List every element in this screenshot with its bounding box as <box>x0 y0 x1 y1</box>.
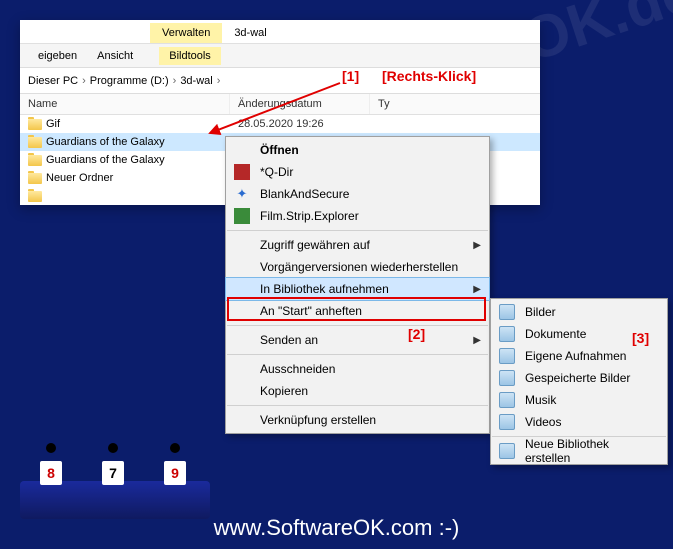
submenu-musik[interactable]: Musik <box>491 389 667 411</box>
ribbon-subtabs: eigeben Ansicht Bildtools <box>20 44 540 68</box>
cartoon-table: 8 7 9 <box>20 481 210 519</box>
breadcrumb[interactable]: Dieser PC › Programme (D:) › 3d-wal › <box>20 68 540 94</box>
menu-blankandsecure[interactable]: ✦BlankAndSecure <box>226 183 489 205</box>
context-menu: Öffnen *Q-Dir ✦BlankAndSecure Film.Strip… <box>225 136 490 434</box>
submenu-bilder[interactable]: Bilder <box>491 301 667 323</box>
file-row[interactable]: Gif 28.05.2020 19:26 <box>20 115 540 133</box>
library-icon <box>499 443 515 459</box>
chevron-right-icon: › <box>82 75 86 87</box>
library-submenu: Bilder Dokumente Eigene Aufnahmen Gespei… <box>490 298 668 465</box>
file-name: Gif <box>46 118 60 130</box>
footer-url: www.SoftwareOK.com :-) <box>214 515 460 541</box>
chevron-right-icon: ▶ <box>473 284 481 295</box>
window-title: 3d-wal <box>222 23 278 43</box>
cartoon-judges: 8 7 9 <box>20 481 210 519</box>
library-icon <box>499 370 515 386</box>
ribbon-context-tab[interactable]: Verwalten <box>150 23 222 43</box>
menu-shortcut[interactable]: Verknüpfung erstellen <box>226 409 489 431</box>
menu-cut[interactable]: Ausschneiden <box>226 358 489 380</box>
file-name: Guardians of the Galaxy <box>46 136 165 148</box>
chevron-right-icon: › <box>217 75 221 87</box>
menu-copy[interactable]: Kopieren <box>226 380 489 402</box>
cartoon-head <box>170 443 180 453</box>
menu-qdir[interactable]: *Q-Dir <box>226 161 489 183</box>
menu-include-library[interactable]: In Bibliothek aufnehmen▶ <box>226 278 489 300</box>
column-name[interactable]: Name <box>20 94 230 114</box>
star-icon: ✦ <box>234 186 250 202</box>
chevron-right-icon: › <box>173 75 177 87</box>
chevron-right-icon: ▶ <box>473 240 481 251</box>
breadcrumb-item[interactable]: Dieser PC <box>28 75 78 87</box>
folder-icon <box>28 155 42 166</box>
ribbon-tab-row: Verwalten 3d-wal <box>20 20 540 44</box>
folder-icon <box>28 191 42 202</box>
column-type[interactable]: Ty <box>370 94 398 114</box>
menu-open[interactable]: Öffnen <box>226 139 489 161</box>
menu-access[interactable]: Zugriff gewähren auf▶ <box>226 234 489 256</box>
tab-bildtools[interactable]: Bildtools <box>159 47 221 65</box>
qdir-icon <box>234 164 250 180</box>
menu-separator <box>227 325 488 326</box>
tab-share[interactable]: eigeben <box>28 47 87 65</box>
library-icon <box>499 304 515 320</box>
menu-separator <box>227 230 488 231</box>
score-card: 8 <box>40 461 62 485</box>
menu-separator <box>227 405 488 406</box>
menu-restore[interactable]: Vorgängerversionen wiederherstellen <box>226 256 489 278</box>
file-date: 28.05.2020 19:26 <box>230 118 370 130</box>
score-card: 9 <box>164 461 186 485</box>
cartoon-head <box>46 443 56 453</box>
menu-pin-start[interactable]: An "Start" anheften <box>226 300 489 322</box>
library-icon <box>499 326 515 342</box>
tab-ansicht[interactable]: Ansicht <box>87 47 143 65</box>
library-icon <box>499 392 515 408</box>
file-name: Neuer Ordner <box>46 172 113 184</box>
file-name: Guardians of the Galaxy <box>46 154 165 166</box>
folder-icon <box>28 137 42 148</box>
column-date[interactable]: Änderungsdatum <box>230 94 370 114</box>
score-card: 7 <box>102 461 124 485</box>
chevron-right-icon: ▶ <box>473 335 481 346</box>
menu-separator <box>227 354 488 355</box>
submenu-dokumente[interactable]: Dokumente <box>491 323 667 345</box>
menu-send-to[interactable]: Senden an▶ <box>226 329 489 351</box>
breadcrumb-item[interactable]: 3d-wal <box>180 75 212 87</box>
folder-icon <box>28 173 42 184</box>
menu-filmstrip[interactable]: Film.Strip.Explorer <box>226 205 489 227</box>
cartoon-head <box>108 443 118 453</box>
library-icon <box>499 414 515 430</box>
library-icon <box>499 348 515 364</box>
column-headers: Name Änderungsdatum Ty <box>20 94 540 115</box>
submenu-eigene[interactable]: Eigene Aufnahmen <box>491 345 667 367</box>
film-icon <box>234 208 250 224</box>
submenu-videos[interactable]: Videos <box>491 411 667 433</box>
breadcrumb-item[interactable]: Programme (D:) <box>90 75 169 87</box>
submenu-gespeicherte[interactable]: Gespeicherte Bilder <box>491 367 667 389</box>
submenu-new-library[interactable]: Neue Bibliothek erstellen <box>491 440 667 462</box>
folder-icon <box>28 119 42 130</box>
